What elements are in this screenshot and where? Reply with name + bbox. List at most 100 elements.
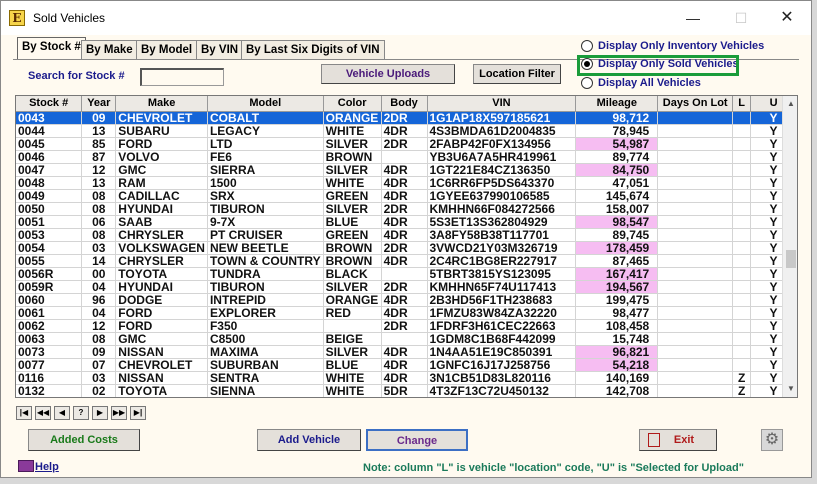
table-cell: 0116 [16,371,83,385]
table-cell: 96,821 [575,345,659,359]
table-row[interactable]: 0132 02 TOYOTA SIENNA WHITE 5DR 4T3ZF13C72U450… [16,384,797,397]
minimize-button[interactable]: — [681,7,705,29]
table-row[interactable]: 0059R 04 HYUNDAI TIBURON SILVER 2DR KMHHN65F74… [16,280,797,294]
column-header[interactable]: Make [115,96,208,112]
help-book-icon[interactable] [18,460,34,472]
exit-button[interactable]: Exit [639,429,717,451]
scroll-down-icon[interactable]: ▼ [786,384,796,394]
column-header[interactable]: Days On Lot [657,96,734,112]
table-cell: 07 [81,358,117,372]
vehicle-uploads-button[interactable]: Vehicle Uploads [321,64,455,84]
nav-first-icon[interactable]: |◀ [16,406,32,420]
tab-by-stock[interactable]: By Stock # [17,37,86,60]
table-row[interactable]: 0054 03 VOLKSWAGEN NEW BEETLE BROWN 2DR 3VWCD2… [16,241,797,255]
settings-gear-icon[interactable]: ⚙ [761,429,783,451]
table-cell: BROWN [323,150,382,164]
nav-prev-page-icon[interactable]: ◀◀ [35,406,51,420]
column-header[interactable]: L [732,96,752,112]
table-row[interactable]: 0073 09 NISSAN MAXIMA SILVER 4DR 1N4AA51E19C85… [16,345,797,359]
table-row[interactable]: 0060 96 DODGE INTREPID ORANGE 4DR 2B3HD56F1TH2… [16,293,797,307]
table-row[interactable]: 0050 08 HYUNDAI TIBURON SILVER 2DR KMHHN66F084… [16,202,797,216]
table-cell: 13 [81,124,117,138]
title-bar[interactable]: E Sold Vehicles — ☐ ✕ [1,1,811,35]
table-cell: KMHHN66F084272566 [427,202,577,216]
table-row[interactable]: 0062 12 FORD F350 2DR 1FDRF3H61CEC22663 108,45… [16,319,797,333]
table-cell: 2DR [381,241,428,255]
table-row[interactable]: 0077 07 CHEVROLET SUBURBAN BLUE 4DR 1GNFC16J17… [16,358,797,372]
help-link[interactable]: Help [35,461,59,473]
column-header[interactable]: Year [81,96,117,112]
maximize-button[interactable]: ☐ [729,7,753,29]
table-cell: GMC [115,163,208,177]
nav-prev-icon[interactable]: ◀ [54,406,70,420]
table-cell: 2DR [381,319,428,333]
table-cell: 0060 [16,293,83,307]
search-stock-input[interactable] [140,68,224,86]
table-cell: BLACK [323,267,382,281]
scroll-up-icon[interactable]: ▲ [786,99,796,109]
column-header[interactable]: Model [207,96,324,112]
nav-last-icon[interactable]: ▶| [130,406,146,420]
table-cell: 4DR [381,189,428,203]
table-cell: GREEN [323,189,382,203]
table-cell: RED [323,306,382,320]
nav-next-page-icon[interactable]: ▶▶ [111,406,127,420]
close-button[interactable]: ✕ [775,7,799,29]
radio-button-icon[interactable] [581,40,593,52]
table-cell: 09 [81,111,117,125]
table-row[interactable]: 0043 09 CHEVROLET COBALT ORANGE 2DR 1G1AP18X59… [16,111,797,125]
column-header[interactable]: Color [323,96,382,112]
table-cell: DODGE [115,293,208,307]
column-header[interactable]: Body [381,96,428,112]
add-vehicle-button[interactable]: Add Vehicle [257,429,361,451]
nav-next-icon[interactable]: ▶ [92,406,108,420]
change-button[interactable]: Change [366,429,468,451]
tab-by-vin[interactable]: By VIN [196,40,244,60]
table-row[interactable]: 0116 03 NISSAN SENTRA WHITE 4DR 3N1CB51D83L820… [16,371,797,385]
table-row[interactable]: 0056R 00 TOYOTA TUNDRA BLACK 5TBRT3815YS12309… [16,267,797,281]
scroll-thumb[interactable] [786,250,796,268]
tab-by-model[interactable]: By Model [136,40,198,60]
vertical-scrollbar[interactable]: ▲ ▼ [782,96,797,397]
table-cell [732,228,752,242]
table-row[interactable]: 0045 85 FORD LTD SILVER 2DR 2FABP42F0FX134956 5… [16,137,797,151]
location-filter-button[interactable]: Location Filter [473,64,561,84]
table-row[interactable]: 0044 13 SUBARU LEGACY WHITE 4DR 4S3BMDA61D2004… [16,124,797,138]
table-cell: 87 [81,150,117,164]
table-row[interactable]: 0051 06 SAAB 9-7X BLUE 4DR 5S3ET13S362804929 98… [16,215,797,229]
table-cell: 145,674 [575,189,659,203]
tab-by-make[interactable]: By Make [81,40,138,60]
table-cell [732,332,752,346]
table-cell: 0132 [16,384,83,397]
table-row[interactable]: 0046 87 VOLVO FE6 BROWN YB3U6A7A5HR419961 89,7… [16,150,797,164]
table-cell: 04 [81,306,117,320]
table-cell: 98,712 [575,111,659,125]
vehicles-grid[interactable]: Stock # Year Make Model Color Body VIN Mileage D… [15,95,798,398]
table-row[interactable]: 0049 08 CADILLAC SRX GREEN 4DR 1GYEE6379901065… [16,189,797,203]
table-cell: TUNDRA [207,267,324,281]
table-row[interactable]: 0055 14 CHRYSLER TOWN & COUNTRY BROWN 4DR 2C4R… [16,254,797,268]
nav-search-icon[interactable]: ? [73,406,89,420]
column-header[interactable]: Stock # [16,96,83,112]
table-cell: COBALT [207,111,324,125]
table-row[interactable]: 0048 13 RAM 1500 WHITE 4DR 1C6RR6FP5DS643370 47… [16,176,797,190]
table-cell [657,176,734,190]
table-cell: SILVER [323,163,382,177]
table-cell [657,202,734,216]
radio-button-icon[interactable] [581,77,593,89]
column-header[interactable]: VIN [427,96,577,112]
column-header[interactable]: Mileage [575,96,659,112]
app-logo-icon: E [9,10,25,26]
table-cell: GREEN [323,228,382,242]
table-cell: 0055 [16,254,83,268]
tab-by-last-six-vin[interactable]: By Last Six Digits of VIN [241,40,385,60]
table-row[interactable]: 0053 08 CHRYSLER PT CRUISER GREEN 4DR 3A8FY58B… [16,228,797,242]
added-costs-button[interactable]: Added Costs [28,429,140,451]
table-cell: 89,745 [575,228,659,242]
table-cell [732,345,752,359]
table-cell [657,215,734,229]
table-cell: 09 [81,345,117,359]
table-row[interactable]: 0063 08 GMC C8500 BEIGE 1GDM8C1B68F442099 15,7… [16,332,797,346]
table-row[interactable]: 0061 04 FORD EXPLORER RED 4DR 1FMZU83W84ZA3222… [16,306,797,320]
table-row[interactable]: 0047 12 GMC SIERRA SILVER 4DR 1GT221E84CZ13635… [16,163,797,177]
